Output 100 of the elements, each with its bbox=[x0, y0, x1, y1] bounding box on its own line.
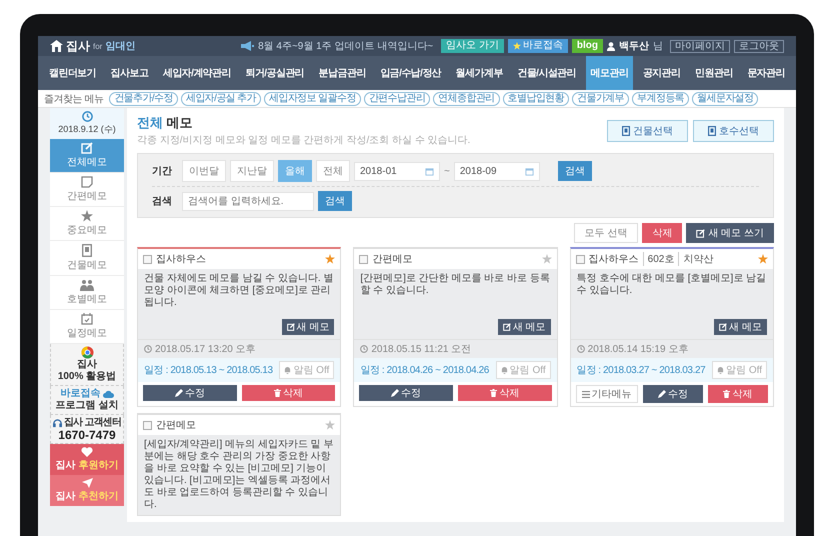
favorite-menu-button[interactable]: 세입자/공실 추가 bbox=[180, 92, 262, 106]
search-field[interactable]: 검색어를 입력하세요. bbox=[182, 192, 314, 210]
memo-card-button[interactable]: 삭제 bbox=[242, 385, 336, 401]
favorite-menu-button[interactable]: 호별납입현황 bbox=[502, 92, 570, 106]
star-icon[interactable] bbox=[325, 420, 336, 430]
paper-plane-icon bbox=[82, 478, 92, 488]
memo-action-button[interactable]: 삭제 bbox=[642, 223, 682, 243]
alarm-toggle-button[interactable]: 알림 Off bbox=[712, 361, 767, 379]
memo-card-button[interactable]: 수정 bbox=[359, 385, 453, 401]
trash-icon bbox=[723, 390, 730, 398]
person-icon bbox=[607, 42, 615, 50]
select-button[interactable]: 건물선택 bbox=[607, 120, 688, 142]
note-icon bbox=[81, 176, 93, 188]
checkbox[interactable] bbox=[359, 254, 368, 264]
guide-brand: 집사 bbox=[77, 359, 97, 371]
building-icon bbox=[622, 126, 630, 136]
account-button[interactable]: 로그아웃 bbox=[734, 40, 784, 52]
nav-tab[interactable]: 건물/시설관리 bbox=[512, 56, 581, 90]
guide-panel[interactable]: 집사 100% 활용법 bbox=[50, 344, 124, 386]
logo-subtitle: 임대인 bbox=[105, 40, 136, 53]
calendar-icon bbox=[524, 166, 534, 176]
memo-action-button[interactable]: 새 메모 쓰기 bbox=[686, 223, 774, 243]
clock-icon bbox=[576, 345, 585, 353]
memo-card-button[interactable]: 수정 bbox=[143, 385, 237, 401]
nav-tab[interactable]: 월세가계부 bbox=[450, 56, 508, 90]
pencil-icon bbox=[391, 389, 400, 397]
install-text: 프로그램 설치 bbox=[56, 400, 118, 412]
sidebar-menu-item[interactable]: 건물메모 bbox=[50, 241, 124, 276]
nav-tab[interactable]: 캘린더보기 bbox=[44, 56, 102, 90]
sidebar-action-button[interactable]: 집사 추천하기 bbox=[50, 475, 124, 506]
memo-card-button[interactable]: 수정 bbox=[642, 385, 703, 403]
memo-card-button[interactable]: 삭제 bbox=[458, 385, 552, 401]
update-notice[interactable]: 8월 4주~9월 1주 업데이트 내역입니다~ bbox=[258, 39, 434, 53]
favorite-menu-button[interactable]: 간편수납관리 bbox=[364, 92, 430, 106]
sidebar-menu-item[interactable]: 일정메모 bbox=[50, 310, 124, 344]
period-tab[interactable]: 전체 bbox=[316, 160, 350, 182]
nav-tab[interactable]: 입금/수납/정산 bbox=[375, 56, 446, 90]
memo-text: 건물 자체에도 메모를 남길 수 있습니다. 별 모양 아이콘에 체크하면 [중요메모]로 관리됩니다. bbox=[144, 273, 334, 310]
nav-tab[interactable]: 공지관리 bbox=[638, 56, 686, 90]
memo-action-button[interactable]: 모두 선택 bbox=[574, 223, 638, 243]
favorite-menu-button[interactable]: 세입자정보 일괄수정 bbox=[264, 92, 361, 106]
sidebar-action-button[interactable]: 집사 후원하기 bbox=[50, 444, 124, 475]
sidebar-menu-item[interactable]: 중요메모 bbox=[50, 207, 124, 241]
alarm-toggle-button[interactable]: 알림 Off bbox=[496, 361, 551, 379]
alarm-toggle-button[interactable]: 알림 Off bbox=[279, 361, 334, 379]
sidebar-menu-item[interactable]: 호별메모 bbox=[50, 276, 124, 310]
checkbox[interactable] bbox=[143, 254, 152, 264]
install-panel[interactable]: 바로접속 프로그램 설치 bbox=[50, 386, 124, 415]
nav-tab[interactable]: 집사보고 bbox=[106, 56, 154, 90]
star-icon[interactable] bbox=[758, 254, 768, 264]
nav-tab[interactable]: 문자관리 bbox=[742, 56, 790, 90]
new-memo-button[interactable]: 새 메모 bbox=[714, 319, 767, 335]
trash-icon bbox=[490, 389, 498, 397]
nav-tab[interactable]: 세입자/계약관리 bbox=[158, 56, 236, 90]
nav-tab[interactable]: 퇴거/공실관리 bbox=[240, 56, 310, 90]
period-search-button[interactable]: 검색 bbox=[558, 161, 592, 181]
memo-text: 특정 호수에 대한 메모를 [호별메모]로 남길 수 있습니다. bbox=[576, 273, 767, 298]
period-tab[interactable]: 올해 bbox=[278, 160, 312, 182]
account-button[interactable]: 마이페이지 bbox=[670, 40, 730, 52]
favorite-menu-button[interactable]: 건물추가/수정 bbox=[109, 92, 178, 106]
memo-timestamp: 2018.05.15 11:21 오전 bbox=[371, 343, 472, 356]
memo-text: [간편메모]로 간단한 메모를 바로 바로 등록할 수 있습니다. bbox=[360, 273, 551, 298]
nav-tab[interactable]: 메모관리 bbox=[586, 56, 634, 90]
pencil-note-icon bbox=[286, 323, 295, 331]
memo-card-button[interactable]: 삭제 bbox=[708, 385, 768, 403]
new-memo-button[interactable]: 새 메모 bbox=[498, 319, 551, 335]
trash-icon bbox=[274, 389, 281, 397]
nav-tab[interactable]: 분납금관리 bbox=[314, 56, 371, 90]
memo-title: 간편메모 bbox=[372, 253, 412, 266]
top-link-button[interactable]: blog bbox=[572, 39, 603, 53]
memo-text: [세입자/계약관리] 메뉴의 세입자카드 밑 부분에는 해당 호수 관리의 가장 중요한 사항을 바로 요약할 수 있는 [비고메모] 기능이 있습니다. [비고메모]는 엑셀등록 과정에서도 바로 업로드하여 등록관리할 수 있습니다. bbox=[144, 439, 334, 511]
new-memo-button[interactable]: 새 메모 bbox=[282, 319, 334, 335]
favorite-menu-button[interactable]: 연체종합관리 bbox=[433, 92, 500, 106]
favorite-menu-button[interactable]: 부계정등록 bbox=[632, 92, 690, 106]
pencil-note-icon bbox=[719, 323, 728, 331]
favorite-menu-button[interactable]: 월세문자설정 bbox=[692, 92, 758, 106]
top-link-button[interactable]: 바로접속 bbox=[508, 39, 568, 53]
megaphone-icon bbox=[240, 41, 254, 51]
memo-title: 집사하우스 bbox=[156, 253, 206, 266]
search-button[interactable]: 검색 bbox=[318, 191, 352, 211]
sidebar-menu-item[interactable]: 전체메모 bbox=[50, 139, 124, 173]
browser-logo-icon bbox=[80, 346, 94, 359]
heart-icon bbox=[81, 447, 93, 457]
favorite-menu-button[interactable]: 건물가계부 bbox=[572, 92, 630, 106]
top-link-button[interactable]: 임사오 가기 bbox=[441, 39, 504, 53]
checkbox[interactable] bbox=[143, 420, 152, 430]
select-button[interactable]: 호수선택 bbox=[693, 120, 774, 142]
period-tab[interactable]: 지난달 bbox=[230, 160, 274, 182]
pencil-icon bbox=[658, 390, 666, 398]
checkbox[interactable] bbox=[576, 254, 585, 264]
period-tab[interactable]: 이번달 bbox=[182, 160, 226, 182]
nav-tab[interactable]: 민원관리 bbox=[690, 56, 738, 90]
star-icon[interactable] bbox=[325, 254, 336, 264]
star-icon[interactable] bbox=[542, 254, 552, 264]
clock-icon bbox=[82, 111, 92, 122]
logo-text: 집사 bbox=[66, 38, 90, 54]
end-date-field[interactable]: 2018-09 bbox=[454, 162, 540, 180]
sidebar-menu-item[interactable]: 간편메모 bbox=[50, 173, 124, 207]
memo-card-button[interactable]: 기타메뉴 bbox=[576, 385, 638, 403]
start-date-field[interactable]: 2018-01 bbox=[354, 162, 440, 180]
